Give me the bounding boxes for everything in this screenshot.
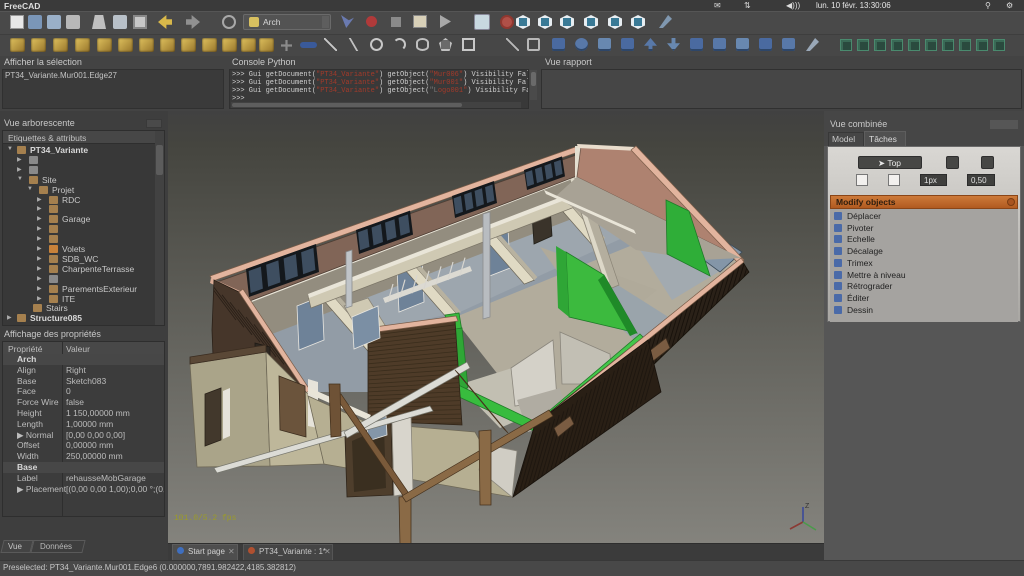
svg-text:Z: Z (805, 503, 810, 510)
